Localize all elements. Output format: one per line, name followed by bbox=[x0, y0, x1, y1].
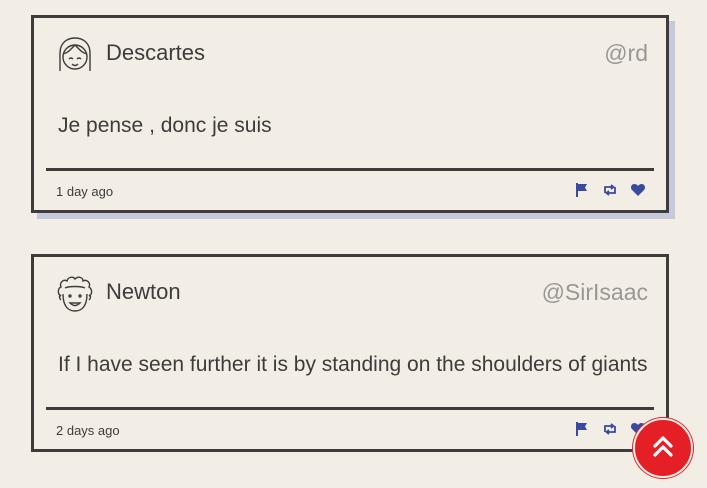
timestamp: 1 day ago bbox=[56, 184, 114, 199]
tweet-card: Newton @SirIsaac If I have seen further … bbox=[31, 254, 669, 452]
tweet-message: Je pense , donc je suis bbox=[58, 114, 272, 137]
author-name: Newton bbox=[106, 279, 181, 304]
flag-icon[interactable] bbox=[574, 182, 590, 198]
retweet-icon[interactable] bbox=[602, 182, 618, 198]
tweet-actions bbox=[574, 182, 646, 198]
curly-hair-face-avatar-icon bbox=[55, 274, 95, 314]
flag-icon[interactable] bbox=[574, 421, 590, 437]
double-chevron-up-icon bbox=[649, 432, 677, 465]
timestamp: 2 days ago bbox=[56, 423, 120, 438]
heart-icon[interactable] bbox=[630, 182, 646, 198]
scroll-to-top-button[interactable] bbox=[633, 418, 693, 478]
divider bbox=[46, 407, 654, 410]
girl-face-avatar-icon bbox=[55, 35, 95, 75]
divider bbox=[46, 168, 654, 171]
author-handle[interactable]: @rd bbox=[604, 40, 648, 67]
author-handle[interactable]: @SirIsaac bbox=[542, 279, 648, 306]
tweet-message: If I have seen further it is by standing… bbox=[58, 353, 648, 376]
retweet-icon[interactable] bbox=[602, 421, 618, 437]
tweet-card: Descartes @rd Je pense , donc je suis 1 … bbox=[31, 15, 669, 213]
author-name: Descartes bbox=[106, 40, 206, 65]
